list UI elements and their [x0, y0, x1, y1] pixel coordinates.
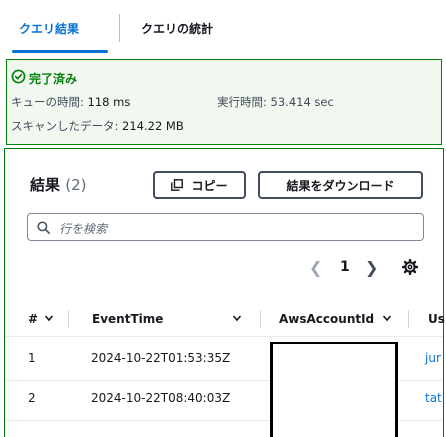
download-button-label: 結果をダウンロード	[286, 178, 395, 193]
exec-time-value: 53.414 sec	[270, 95, 334, 109]
row-2-eventtime: 2024-10-22T08:40:03Z	[91, 391, 231, 405]
row-1-eventtime: 2024-10-22T01:53:35Z	[91, 351, 231, 365]
exec-time-label: 実行時間:	[217, 95, 267, 109]
tab-query-results[interactable]: クエリ結果	[19, 20, 79, 37]
column-header-awsaccountid[interactable]: AwsAccountId	[279, 312, 374, 326]
copy-icon	[171, 179, 184, 191]
queue-time-value: 118 ms	[87, 95, 131, 109]
scanned-data-value: 214.22 MB	[122, 119, 184, 133]
results-title-text: 結果	[30, 176, 61, 194]
copy-button-label: コピー	[191, 178, 228, 193]
column-divider	[408, 310, 409, 328]
search-icon	[37, 221, 50, 234]
redacted-account-id-block	[270, 342, 398, 437]
current-page-number[interactable]: 1	[340, 259, 350, 275]
column-divider	[68, 310, 69, 328]
success-check-icon	[11, 69, 26, 84]
search-placeholder: 行を検索	[59, 222, 108, 236]
copy-button[interactable]: コピー	[153, 171, 246, 199]
queue-time: キューの時間: 118 ms	[11, 94, 130, 110]
column-header-user[interactable]: Us	[428, 312, 445, 326]
gear-icon[interactable]	[402, 259, 418, 275]
row-2-user[interactable]: tat	[425, 391, 442, 405]
next-page-button[interactable]: ❯	[365, 258, 378, 277]
column-divider	[260, 310, 261, 328]
row-1-user[interactable]: jur	[425, 351, 441, 365]
search-rows-input[interactable]: 行を検索	[27, 213, 424, 241]
download-results-button[interactable]: 結果をダウンロード	[258, 171, 423, 199]
results-title: 結果 (2)	[30, 174, 87, 195]
tab-separator	[119, 14, 120, 42]
exec-time: 実行時間: 53.414 sec	[217, 94, 334, 110]
status-title: 完了済み	[29, 72, 78, 86]
column-header-number[interactable]: #	[28, 312, 38, 326]
column-header-eventtime[interactable]: EventTime	[92, 312, 163, 326]
scanned-data: スキャンしたデータ: 214.22 MB	[11, 118, 184, 134]
previous-page-button[interactable]: ❮	[309, 258, 322, 277]
row-2-number: 2	[28, 391, 36, 405]
active-tab-indicator	[12, 50, 108, 53]
row-divider	[5, 336, 443, 337]
scanned-data-label: スキャンしたデータ:	[11, 119, 119, 133]
query-status-panel: 完了済み キューの時間: 118 ms 実行時間: 53.414 sec スキャ…	[6, 59, 442, 145]
queue-time-label: キューの時間:	[11, 95, 84, 109]
sort-down-icon[interactable]	[232, 313, 242, 323]
sort-down-icon[interactable]	[44, 313, 54, 323]
row-1-number: 1	[28, 351, 36, 365]
sort-down-icon[interactable]	[382, 313, 392, 323]
tab-bar: クエリ結果 クエリの統計	[0, 0, 446, 54]
tab-query-stats[interactable]: クエリの統計	[141, 20, 213, 37]
results-count: (2)	[65, 176, 87, 194]
